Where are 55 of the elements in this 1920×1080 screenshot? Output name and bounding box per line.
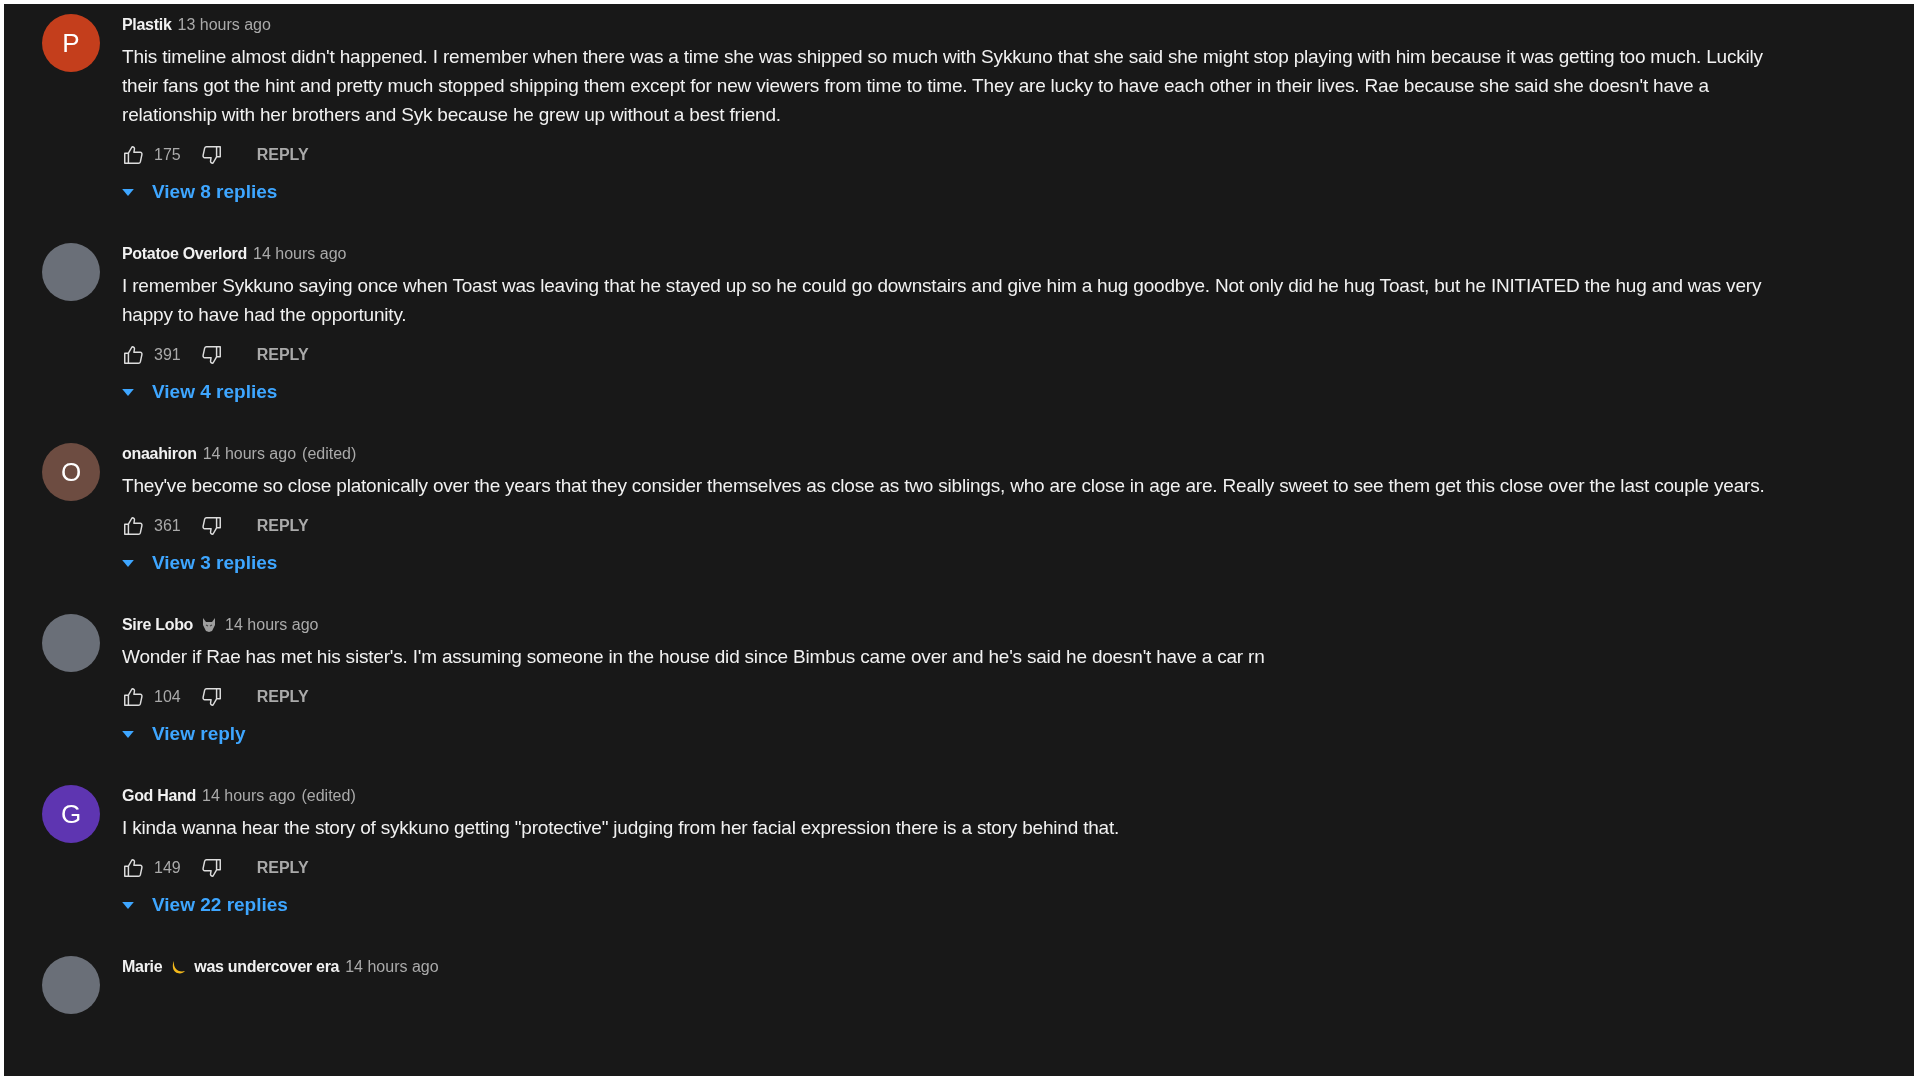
reply-button[interactable]: REPLY — [244, 853, 321, 883]
author-name[interactable]: Sire Lobo — [122, 616, 194, 634]
edited-label: (edited) — [301, 787, 356, 805]
caret-icon — [122, 730, 134, 738]
author-name[interactable]: Marie — [122, 958, 163, 976]
comment-text: Wonder if Rae has met his sister's. I'm assuming someone in the house did since Bimbus came over and he's said he doesn't have a car rn — [122, 645, 1266, 669]
like-count: 149 — [154, 859, 181, 877]
like-count: 361 — [154, 517, 181, 535]
caret-icon — [122, 188, 134, 196]
comment-time[interactable]: 14 hours ago — [202, 787, 296, 805]
view-replies-button[interactable]: View 22 replies — [122, 890, 288, 920]
thumbs-down-icon[interactable] — [200, 344, 223, 366]
thumbs-up-icon[interactable] — [122, 686, 144, 708]
reply-button[interactable]: REPLY — [244, 511, 321, 541]
like-count: 175 — [154, 146, 181, 164]
user-avatar[interactable]: P — [42, 14, 100, 72]
thumbs-up-icon[interactable] — [122, 344, 144, 366]
reply-button[interactable]: REPLY — [244, 140, 321, 170]
caret-icon — [122, 901, 134, 909]
author-name[interactable]: onaahiron — [122, 445, 197, 463]
comment-text: I kinda wanna hear the story of sykkuno getting "protective" judging from her facial expression there is a story behind that. — [122, 816, 1121, 840]
thumbs-down-icon[interactable] — [200, 857, 223, 879]
like-count: 391 — [154, 346, 181, 364]
thumbs-up-icon[interactable] — [122, 515, 144, 537]
comment-text: This timeline almost didn't happened. I remember when there was a time she was shipped so much with Sykkuno that she said she might stop playing with him because it was getting too much. Luckily their fans got the hint and pretty much stopped shipping them except for new viewers from time to time. They are lucky to have each other in their lives. Rae because she said she doesn't have a relationship with her brothers and Syk because he grew up without a best friend. — [122, 45, 1764, 127]
view-replies-button[interactable]: View 8 replies — [122, 177, 278, 207]
user-avatar[interactable]: O — [42, 443, 100, 501]
caret-icon — [122, 559, 134, 567]
crescent-moon-icon — [170, 959, 187, 975]
comment-time[interactable]: 14 hours ago — [345, 958, 439, 976]
caret-icon — [122, 388, 134, 396]
thumbs-up-icon[interactable] — [122, 144, 144, 166]
comment-time[interactable]: 14 hours ago — [225, 616, 319, 634]
thumbs-down-icon[interactable] — [200, 515, 223, 537]
thumbs-down-icon[interactable] — [200, 144, 223, 166]
comment-text: They've become so close platonically over the years that they consider themselves as close as two siblings, who are close in age are. Really sweet to see them get this close over the last couple years. — [122, 474, 1766, 498]
thumbs-down-icon[interactable] — [200, 686, 223, 708]
comment-time[interactable]: 14 hours ago — [202, 445, 297, 463]
reply-button[interactable]: REPLY — [244, 682, 321, 712]
wolf-icon — [201, 617, 218, 633]
author-name[interactable]: Potatoe Overlord — [122, 245, 247, 263]
author-name[interactable]: God Hand — [122, 787, 197, 805]
view-replies-button[interactable]: View reply — [122, 719, 246, 749]
author-name[interactable]: Plastik — [122, 16, 172, 34]
comment-time[interactable]: 13 hours ago — [177, 16, 271, 34]
view-replies-button[interactable]: View 4 replies — [122, 377, 278, 407]
reply-button[interactable]: REPLY — [244, 340, 321, 370]
comment-text: I remember Sykkuno saying once when Toast was leaving that he stayed up so he could go downstairs and give him a hug goodbye. Not only did he hug Toast, but he INITIATED the hug and was very happy to have had the opportunity. — [122, 274, 1763, 327]
view-replies-button[interactable]: View 3 replies — [122, 548, 278, 578]
thumbs-up-icon[interactable] — [122, 857, 144, 879]
like-count: 104 — [154, 688, 181, 706]
comment-time[interactable]: 14 hours ago — [253, 245, 347, 263]
edited-label: (edited) — [302, 445, 357, 463]
user-avatar[interactable]: G — [42, 785, 100, 843]
author-name: was undercover era — [194, 958, 340, 976]
